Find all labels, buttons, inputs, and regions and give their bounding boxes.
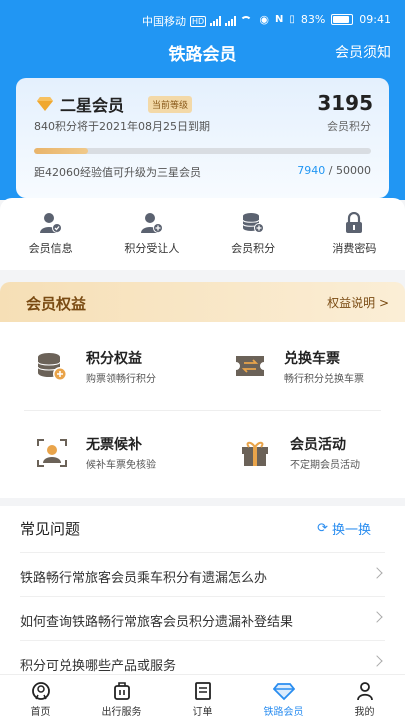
exp-counter: 7940 / 50000	[297, 164, 371, 177]
quick-action-member-info[interactable]: 会员信息	[0, 198, 101, 270]
signal-icon	[210, 16, 222, 26]
tab-railway-member[interactable]: 铁路会员	[243, 675, 324, 720]
network-badge: HD	[190, 15, 207, 27]
benefit-name: 无票候补	[86, 437, 142, 453]
benefits-grid: 积分权益 购票领畅行积分 兑换车票 畅行积分兑换车票 无票候补 候补车票免核验 …	[0, 322, 405, 498]
lock-icon	[346, 212, 363, 233]
signal-icon-2	[225, 16, 237, 26]
bottom-tab-bar: 首页 出行服务 订单 铁路会员 我的	[0, 674, 405, 720]
diamond-icon	[37, 97, 53, 111]
chevron-right-icon	[371, 655, 383, 667]
member-card: 二星会员 当前等级 840积分将于2021年08月25日到期 3195 会员积分…	[16, 78, 389, 198]
benefit-exchange-ticket[interactable]: 兑换车票 畅行积分兑换车票	[234, 346, 405, 406]
exp-target: 50000	[336, 164, 371, 177]
benefit-waitlist[interactable]: 无票候补 候补车票免核验	[36, 432, 236, 492]
tab-label: 铁路会员	[263, 707, 304, 718]
member-points-icon	[242, 213, 265, 233]
clock: 09:41	[359, 13, 391, 26]
tab-label: 首页	[30, 707, 51, 718]
exp-current: 7940	[297, 164, 326, 177]
faq-refresh-label: 换一换	[331, 523, 371, 538]
faq-item[interactable]: 如何查询铁路畅行常旅客会员积分遗漏补登结果	[20, 596, 385, 640]
upgrade-text: 距42060经验值可升级为三星会员	[34, 166, 201, 179]
exp-progress-fill	[34, 148, 88, 154]
points-label: 会员积分	[327, 120, 371, 133]
tab-label: 我的	[354, 707, 375, 718]
points-value[interactable]: 3195	[317, 91, 373, 115]
points-expire-text: 840积分将于2021年08月25日到期	[34, 120, 210, 133]
faq-question: 铁路畅行常旅客会员乘车积分有遗漏怎么办	[20, 571, 268, 586]
quick-action-label: 会员信息	[28, 242, 73, 255]
benefit-member-activity[interactable]: 会员活动 不定期会员活动	[240, 432, 405, 492]
quick-action-member-points[interactable]: 会员积分	[203, 198, 304, 270]
carrier-label: 中国移动	[142, 15, 186, 28]
quick-action-label: 积分受让人	[124, 242, 180, 255]
vibrate-icon: ▯	[289, 14, 295, 25]
exp-separator: /	[325, 164, 336, 177]
benefit-name: 积分权益	[86, 351, 142, 367]
wifi-icon	[240, 16, 253, 26]
tab-mine[interactable]: 我的	[324, 675, 405, 720]
eye-icon: ◉	[259, 13, 269, 26]
benefits-header: 会员权益 权益说明 >	[0, 282, 405, 322]
coins-icon	[37, 353, 67, 381]
nfc-icon: N	[274, 14, 284, 25]
benefit-desc: 畅行积分兑换车票	[284, 374, 364, 385]
ticket-icon	[236, 356, 264, 376]
person-icon	[356, 682, 373, 701]
faq-title: 常见问题	[20, 520, 81, 538]
diamond-icon	[272, 683, 295, 701]
level-badge: 当前等级	[148, 96, 193, 113]
benefit-name: 会员活动	[290, 437, 346, 453]
benefits-divider	[24, 410, 381, 411]
member-info-icon	[39, 213, 62, 233]
tab-label: 订单	[192, 707, 213, 718]
level-name: 二星会员	[60, 96, 125, 115]
battery-percent: 83%	[300, 13, 326, 26]
tab-travel-service[interactable]: 出行服务	[81, 675, 162, 720]
faq-refresh-button[interactable]: ⟳ 换一换	[317, 519, 371, 538]
tab-orders[interactable]: 订单	[162, 675, 243, 720]
waitlist-icon	[37, 439, 67, 467]
quick-action-label: 会员积分	[231, 242, 276, 255]
benefits-info-link[interactable]: 权益说明 >	[327, 294, 389, 311]
quick-actions: 会员信息 积分受让人 会员积分 消费密码	[0, 198, 405, 270]
benefit-points[interactable]: 积分权益 购票领畅行积分	[36, 346, 236, 406]
benefit-name: 兑换车票	[284, 351, 340, 367]
status-bar: 中国移动 HD ◉ N ▯ 83% 09:41	[0, 0, 405, 40]
benefit-desc: 购票领畅行积分	[86, 374, 156, 385]
benefits-title: 会员权益	[26, 295, 87, 313]
faq-section: 常见问题 ⟳ 换一换 铁路畅行常旅客会员乘车积分有遗漏怎么办 如何查询铁路畅行常…	[0, 506, 405, 674]
tab-label: 出行服务	[101, 707, 142, 718]
faq-item[interactable]: 铁路畅行常旅客会员乘车积分有遗漏怎么办	[20, 552, 385, 596]
train-icon	[31, 682, 50, 700]
exp-progress-bar	[34, 148, 371, 154]
quick-action-payment-password[interactable]: 消费密码	[304, 198, 405, 270]
chevron-right-icon	[371, 611, 383, 623]
benefit-desc: 不定期会员活动	[290, 460, 360, 471]
benefit-desc: 候补车票免核验	[86, 460, 156, 471]
points-transferee-icon	[140, 213, 163, 233]
luggage-icon	[113, 682, 130, 700]
chevron-right-icon	[371, 567, 383, 579]
faq-question: 积分可兑换哪些产品或服务	[20, 659, 177, 674]
refresh-icon: ⟳	[317, 521, 328, 536]
faq-question: 如何查询铁路畅行常旅客会员积分遗漏补登结果	[20, 615, 294, 630]
order-icon	[194, 682, 211, 700]
member-notice-link[interactable]: 会员须知	[335, 42, 391, 62]
quick-action-points-transferee[interactable]: 积分受让人	[101, 198, 202, 270]
quick-action-label: 消费密码	[332, 242, 377, 255]
gift-icon	[242, 441, 268, 466]
title-bar: 铁路会员 会员须知	[0, 36, 405, 68]
tab-home[interactable]: 首页	[0, 675, 81, 720]
battery-icon	[331, 14, 354, 25]
